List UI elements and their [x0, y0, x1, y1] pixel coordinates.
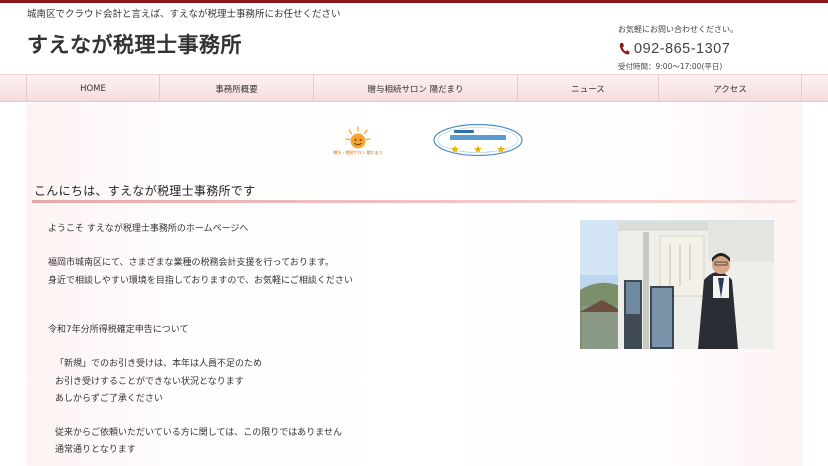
nav-item-office-overview[interactable]: 事務所概要	[160, 75, 314, 102]
notice-title: 令和7年分所得税確定申告について	[48, 325, 189, 335]
notice-line-2: お引き受けすることができない状況となります	[55, 377, 244, 387]
section-heading: こんにちは、すえなが税理士事務所です	[34, 184, 256, 198]
phone-icon	[619, 43, 630, 55]
site-tagline: 城南区でクラウド会計と言えば、すえなが税理士事務所にお任せください	[27, 9, 341, 20]
phone-row: 092-865-1307	[618, 41, 738, 57]
main-nav: HOME 事務所概要 贈与相続サロン 陽だまり ニュース アクセス	[0, 74, 828, 102]
main-content: 贈与・相続サロン 陽だまり こんにちは、すえなが税理士事務所です ようこそ すえ…	[26, 103, 802, 466]
heading-divider	[32, 200, 796, 203]
salon-banner-caption: 贈与・相続サロン 陽だまり	[333, 150, 383, 155]
contact-block: お気軽にお問い合わせください。 092-865-1307 受付時間：9:00～1…	[618, 24, 738, 72]
cloud-accounting-badge[interactable]	[432, 123, 524, 157]
intro-line-2: 身近で相談しやすい環境を目指しておりますので、お気軽にご相談ください	[48, 276, 353, 286]
top-accent-bar	[0, 0, 828, 3]
nav-item-access[interactable]: アクセス	[659, 75, 802, 102]
intro-line-1: 福岡市城南区にて、さまざまな業種の税務会計支援を行っております。	[48, 258, 334, 268]
welcome-text: ようこそ すえなが税理士事務所のホームページへ	[48, 224, 249, 234]
business-hours: 受付時間：9:00～17:00(平日)	[618, 62, 723, 71]
phone-number[interactable]: 092-865-1307	[634, 41, 730, 57]
contact-lead: お気軽にお問い合わせください。	[618, 25, 738, 34]
nav-item-news[interactable]: ニュース	[518, 75, 659, 102]
notice-line-3: あしからずご了承ください	[55, 394, 163, 404]
notice-line-1: 「新規」でのお引き受けは、本年は人員不足のため	[55, 359, 263, 369]
nav-item-inheritance-salon[interactable]: 贈与相続サロン 陽だまり	[314, 75, 518, 102]
notice-line-5: 通常通りとなります	[55, 445, 136, 455]
nav-item-home[interactable]: HOME	[27, 75, 160, 102]
office-photo	[580, 220, 774, 349]
site-title[interactable]: すえなが税理士事務所	[27, 29, 242, 59]
notice-line-4: 従来からご依頼いただいている方に関しては、この限りではありません	[55, 428, 343, 438]
